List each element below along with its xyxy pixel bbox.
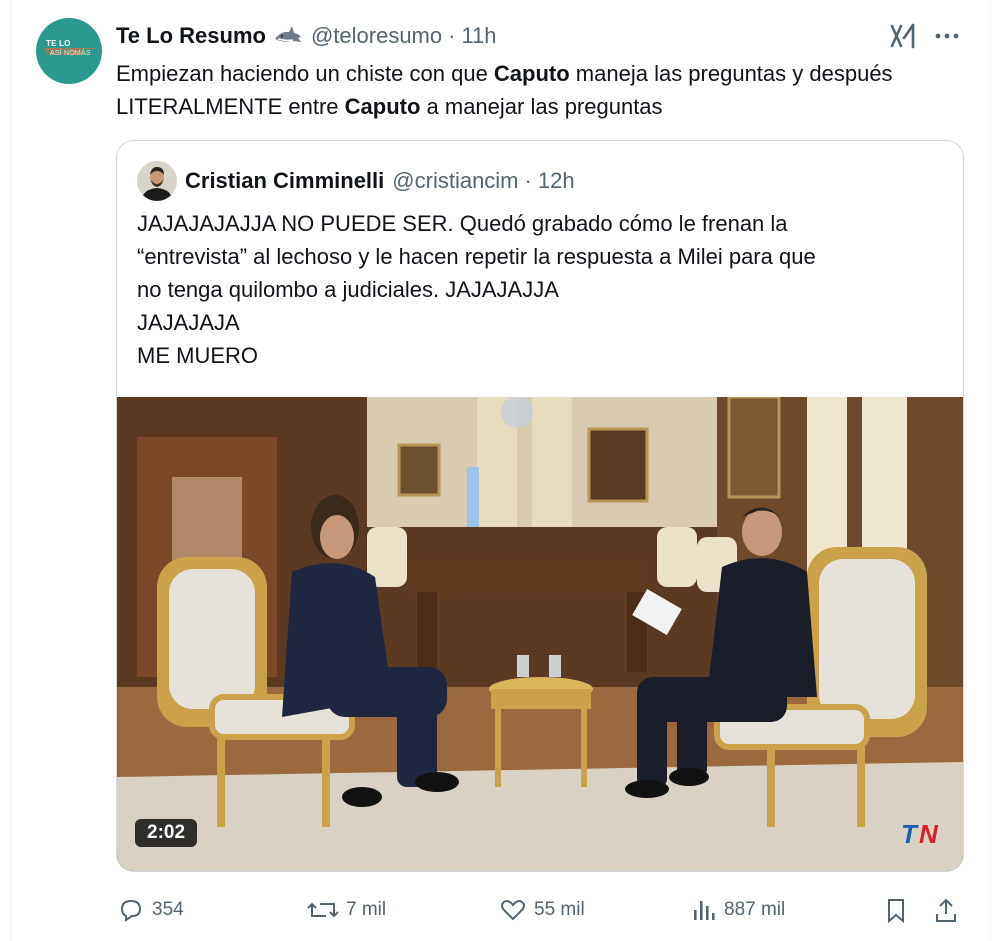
views-icon bbox=[694, 901, 715, 920]
more-icon[interactable] bbox=[932, 22, 962, 50]
author-name[interactable]: Te Lo Resumo bbox=[116, 23, 266, 49]
quoted-time[interactable]: 12h bbox=[538, 168, 575, 194]
tweet-card: TE LO RESUMO ASÍ NOMÁS Te Lo Resumo @tel… bbox=[0, 0, 1000, 941]
quoted-header: Cristian Cimminelli @cristiancim · 12h bbox=[185, 167, 575, 195]
reply-icon bbox=[120, 899, 142, 922]
grok-icon[interactable] bbox=[888, 22, 918, 50]
bookmark-icon bbox=[888, 899, 904, 924]
repost-button[interactable]: 7 mil bbox=[306, 895, 386, 925]
shark-emoji-icon bbox=[273, 25, 303, 47]
quoted-separator: · bbox=[524, 168, 532, 193]
right-border bbox=[990, 0, 991, 941]
quoted-text: JAJAJAJAJJA NO PUEDE SER. Quedó grabado … bbox=[137, 207, 937, 372]
bold-mention: Caputo bbox=[344, 94, 421, 119]
like-button[interactable]: 55 mil bbox=[498, 895, 585, 925]
tn-logo-icon: T N bbox=[899, 819, 955, 847]
reply-count: 354 bbox=[152, 899, 184, 920]
tweet-header: Te Lo Resumo @teloresumo · 11h bbox=[116, 22, 497, 50]
quoted-text-line: JAJAJAJA bbox=[137, 310, 240, 335]
repost-count: 7 mil bbox=[346, 899, 387, 920]
action-bar: 354 7 mil 55 mil 887 mil bbox=[116, 895, 966, 925]
share-icon bbox=[936, 898, 956, 922]
svg-text:N: N bbox=[919, 819, 939, 847]
video-frame bbox=[117, 397, 963, 871]
tweet-text: Empiezan haciendo un chiste con que Capu… bbox=[116, 61, 893, 119]
header-separator: · bbox=[448, 23, 456, 48]
bold-mention: Caputo bbox=[493, 61, 570, 86]
repost-icon bbox=[307, 902, 339, 918]
quoted-author-handle[interactable]: @cristiancim bbox=[392, 168, 518, 194]
share-button[interactable] bbox=[932, 895, 966, 925]
quoted-text-line: JAJAJAJAJJA NO PUEDE SER. Quedó grabado … bbox=[137, 211, 788, 236]
tweet-time[interactable]: 11h bbox=[461, 23, 496, 49]
like-count: 55 mil bbox=[534, 899, 585, 920]
video-player[interactable]: 2:02 T N bbox=[117, 397, 963, 871]
left-border bbox=[10, 0, 11, 941]
video-duration: 2:02 bbox=[135, 819, 198, 847]
quoted-text-line: “entrevista” al lechoso y le hacen repet… bbox=[137, 244, 816, 269]
avatar-stripe bbox=[44, 48, 96, 49]
bookmark-button[interactable] bbox=[882, 895, 916, 925]
quoted-text-line: no tenga quilombo a judiciales. JAJAJAJJ… bbox=[137, 277, 559, 302]
views-count: 887 mil bbox=[724, 899, 786, 920]
author-avatar[interactable]: TE LO RESUMO ASÍ NOMÁS bbox=[36, 18, 102, 84]
quoted-author-name[interactable]: Cristian Cimminelli bbox=[185, 168, 384, 194]
quoted-text-line: ME MUERO bbox=[137, 343, 258, 368]
like-icon bbox=[501, 900, 525, 921]
views-button[interactable]: 887 mil bbox=[690, 895, 785, 925]
avatar-logo-subtext: ASÍ NOMÁS bbox=[50, 50, 91, 57]
quoted-tweet[interactable]: Cristian Cimminelli @cristiancim · 12h J… bbox=[116, 140, 964, 872]
author-handle[interactable]: @teloresumo bbox=[311, 23, 442, 49]
quoted-author-avatar[interactable] bbox=[137, 161, 177, 201]
reply-button[interactable]: 354 bbox=[116, 895, 184, 925]
svg-text:T: T bbox=[901, 819, 919, 847]
